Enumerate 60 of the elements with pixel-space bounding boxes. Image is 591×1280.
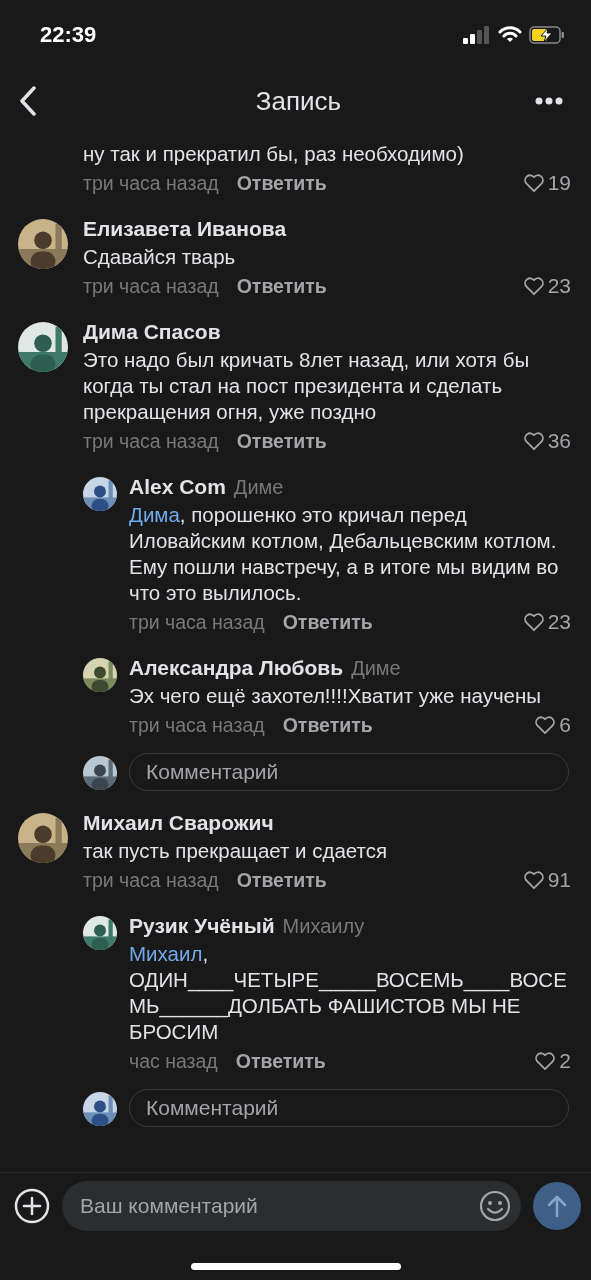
author-name[interactable]: Дима Спасов — [83, 320, 221, 344]
heart-icon — [522, 612, 545, 632]
battery-icon — [529, 26, 565, 44]
reply-button[interactable]: Ответить — [236, 274, 327, 298]
like-button[interactable]: 23 — [522, 610, 571, 634]
comment-time: час назад — [129, 1049, 218, 1073]
back-icon[interactable] — [18, 86, 38, 116]
heart-icon — [534, 1051, 557, 1071]
comment-text: Михаил, ОДИН____ЧЕТЫРЕ_____ВОСЕМЬ____ВОСЕМЬ______ДОЛБАТЬ ФАШИСТОВ МЫ НЕ БРОСИМ — [129, 941, 568, 1045]
reply-button[interactable]: Ответить — [236, 868, 327, 892]
reply-button[interactable]: Ответить — [282, 610, 373, 634]
comment-time: три часа назад — [129, 610, 265, 634]
author-name[interactable]: Александра Любовь — [129, 656, 344, 680]
comment-text: ну так и прекратил бы, раз необходимо) — [83, 141, 465, 167]
heart-icon — [522, 431, 545, 451]
arrow-up-icon — [546, 1194, 568, 1218]
status-time: 22:39 — [40, 22, 97, 48]
comment-text: Это надо был кричать 8лет назад, или хотя бы когда ты стал на пост президента и сделать прекращения огня, уже поздно — [83, 347, 531, 425]
like-button[interactable]: 19 — [522, 171, 571, 195]
comment-time: три часа назад — [129, 713, 265, 737]
comment-time: три часа назад — [83, 429, 219, 453]
comment-text: Сдавайся тварь — [83, 244, 237, 270]
author-name[interactable]: Alex Com — [129, 475, 226, 499]
heart-icon — [522, 173, 545, 193]
like-button[interactable]: 6 — [534, 713, 571, 737]
reply-button[interactable]: Ответить — [236, 171, 327, 195]
reply-button[interactable]: Ответить — [282, 713, 373, 737]
comment-time: три часа назад — [83, 274, 219, 298]
mention-link[interactable]: Дима — [129, 503, 180, 526]
like-button[interactable]: 23 — [522, 274, 571, 298]
heart-icon — [534, 715, 557, 735]
wifi-icon — [498, 26, 522, 44]
comment-text: Дима, порошенко это кричал перед Иловайским котлом, Дебальцевским котлом. Ему пошли навстречу, а в итоге мы видим во что это вылилось. — [129, 502, 560, 606]
like-button[interactable]: 91 — [522, 868, 571, 892]
mention-link[interactable]: Михаил — [129, 942, 203, 965]
reply-target: Диме — [351, 657, 401, 680]
reply-button[interactable]: Ответить — [235, 1049, 326, 1073]
author-name[interactable]: Рузик Учёный — [129, 914, 275, 938]
comment-text: Эх чего ещё захотел!!!!Хватит уже научены — [129, 683, 543, 709]
add-icon[interactable] — [14, 1188, 50, 1224]
comment-input[interactable]: Ваш комментарий — [62, 1181, 521, 1231]
author-name[interactable]: Елизавета Иванова — [83, 217, 287, 241]
heart-icon — [522, 870, 545, 890]
like-button[interactable]: 36 — [522, 429, 571, 453]
heart-icon — [522, 276, 545, 296]
comment-field[interactable]: Комментарий — [129, 753, 569, 791]
page-title: Запись — [255, 85, 342, 117]
comment-text: так пусть прекращает и сдается — [83, 838, 389, 864]
reply-target: Диме — [233, 476, 284, 499]
comment-time: три часа назад — [83, 868, 219, 892]
reply-button[interactable]: Ответить — [236, 429, 327, 453]
comment-time: три часа назад — [83, 171, 219, 195]
reply-target: Михаилу — [282, 915, 365, 938]
author-name[interactable]: Михаил Сварожич — [83, 811, 274, 835]
emoji-icon[interactable] — [479, 1190, 511, 1222]
more-icon[interactable] — [535, 97, 563, 105]
like-button[interactable]: 2 — [534, 1049, 571, 1073]
comment-field[interactable]: Комментарий — [129, 1089, 569, 1127]
send-button[interactable] — [533, 1182, 581, 1230]
signal-icon — [463, 26, 491, 44]
